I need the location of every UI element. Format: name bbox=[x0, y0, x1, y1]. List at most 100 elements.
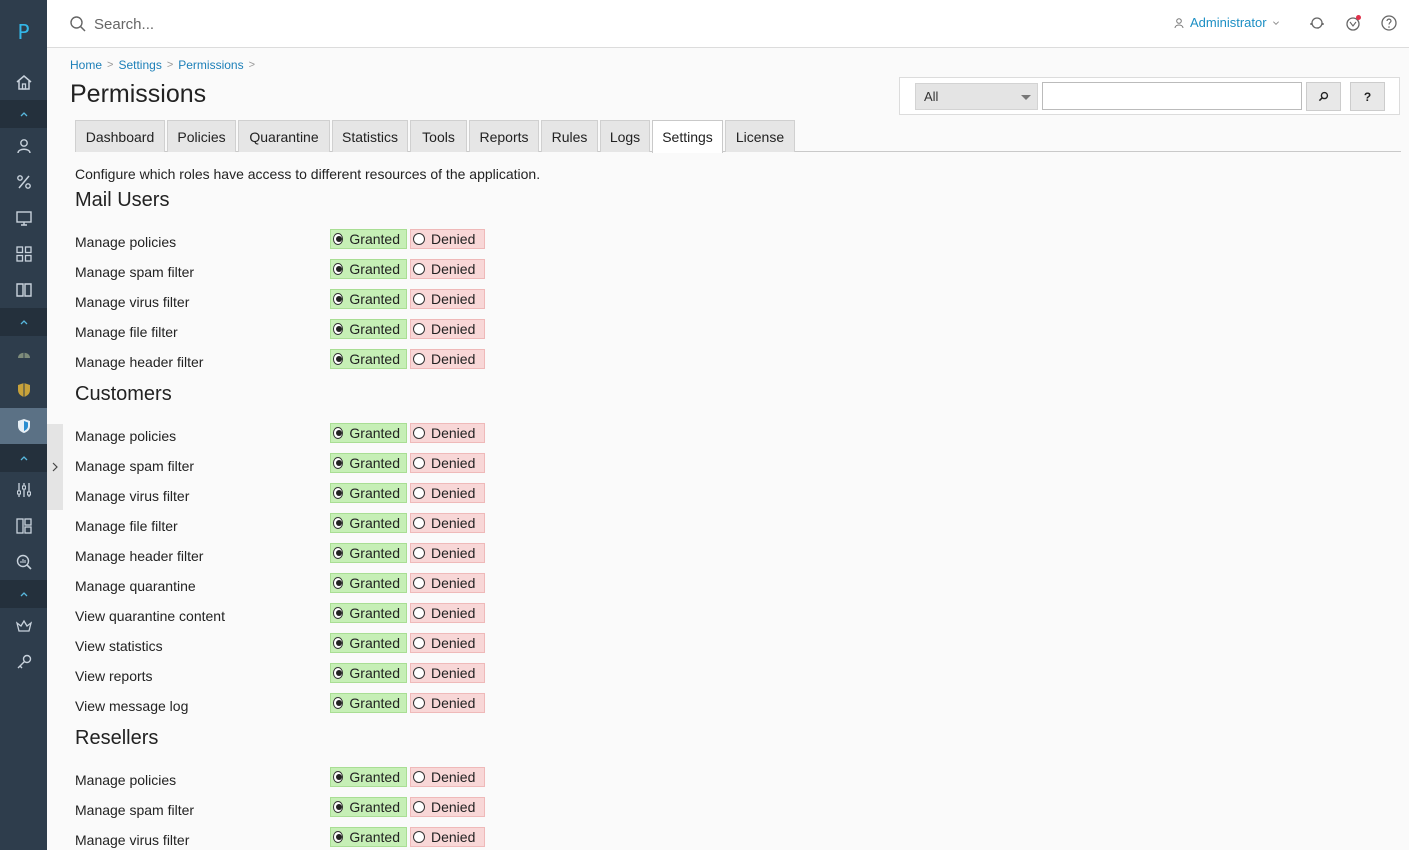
granted-option[interactable]: Granted bbox=[330, 229, 407, 249]
filter-search-input[interactable] bbox=[1042, 82, 1302, 110]
denied-option[interactable]: Denied bbox=[410, 663, 485, 683]
tab-tools[interactable]: Tools bbox=[410, 120, 467, 152]
app-logo[interactable]: P bbox=[0, 0, 47, 64]
collapse-group-icon[interactable] bbox=[0, 444, 47, 472]
granted-option[interactable]: Granted bbox=[330, 797, 407, 817]
shield-icon[interactable] bbox=[0, 408, 47, 444]
user-icon[interactable] bbox=[0, 128, 47, 164]
denied-radio[interactable] bbox=[413, 771, 425, 783]
granted-option[interactable]: Granted bbox=[330, 513, 407, 533]
granted-option[interactable]: Granted bbox=[330, 423, 407, 443]
granted-radio[interactable] bbox=[333, 547, 344, 559]
granted-radio[interactable] bbox=[333, 697, 344, 709]
denied-radio[interactable] bbox=[413, 667, 425, 679]
denied-option[interactable]: Denied bbox=[410, 543, 485, 563]
granted-option[interactable]: Granted bbox=[330, 663, 407, 683]
layout-icon[interactable] bbox=[0, 508, 47, 544]
collapse-group-icon[interactable] bbox=[0, 308, 47, 336]
granted-radio[interactable] bbox=[333, 517, 344, 529]
denied-option[interactable]: Denied bbox=[410, 693, 485, 713]
denied-option[interactable]: Denied bbox=[410, 349, 485, 369]
denied-radio[interactable] bbox=[413, 801, 425, 813]
tab-statistics[interactable]: Statistics bbox=[332, 120, 408, 152]
tab-license[interactable]: License bbox=[725, 120, 795, 152]
notifications-icon[interactable] bbox=[1344, 14, 1362, 32]
monitor-icon[interactable] bbox=[0, 200, 47, 236]
granted-option[interactable]: Granted bbox=[330, 767, 407, 787]
denied-option[interactable]: Denied bbox=[410, 229, 485, 249]
denied-option[interactable]: Denied bbox=[410, 573, 485, 593]
denied-option[interactable]: Denied bbox=[410, 513, 485, 533]
denied-radio[interactable] bbox=[413, 487, 425, 499]
denied-option[interactable]: Denied bbox=[410, 797, 485, 817]
grid-icon[interactable] bbox=[0, 236, 47, 272]
denied-radio[interactable] bbox=[413, 427, 425, 439]
tab-logs[interactable]: Logs bbox=[600, 120, 650, 152]
granted-radio[interactable] bbox=[333, 831, 344, 843]
denied-radio[interactable] bbox=[413, 637, 425, 649]
search-stats-icon[interactable] bbox=[0, 544, 47, 580]
breadcrumb-settings[interactable]: Settings bbox=[118, 58, 161, 72]
home-icon[interactable] bbox=[0, 64, 47, 100]
key-icon[interactable] bbox=[0, 644, 47, 680]
granted-option[interactable]: Granted bbox=[330, 289, 407, 309]
granted-option[interactable]: Granted bbox=[330, 633, 407, 653]
user-menu[interactable]: Administrator bbox=[1173, 15, 1280, 30]
granted-radio[interactable] bbox=[333, 293, 344, 305]
denied-option[interactable]: Denied bbox=[410, 319, 485, 339]
denied-radio[interactable] bbox=[413, 263, 425, 275]
global-search-input[interactable] bbox=[94, 12, 494, 36]
tab-dashboard[interactable]: Dashboard bbox=[75, 120, 165, 152]
help-icon[interactable] bbox=[1380, 14, 1398, 32]
granted-radio[interactable] bbox=[333, 487, 344, 499]
granted-radio[interactable] bbox=[333, 233, 344, 245]
granted-option[interactable]: Granted bbox=[330, 453, 407, 473]
denied-radio[interactable] bbox=[413, 457, 425, 469]
granted-radio[interactable] bbox=[333, 457, 344, 469]
denied-radio[interactable] bbox=[413, 293, 425, 305]
denied-option[interactable]: Denied bbox=[410, 423, 485, 443]
granted-radio[interactable] bbox=[333, 263, 344, 275]
granted-option[interactable]: Granted bbox=[330, 693, 407, 713]
granted-option[interactable]: Granted bbox=[330, 483, 407, 503]
denied-radio[interactable] bbox=[413, 831, 425, 843]
tab-reports[interactable]: Reports bbox=[469, 120, 539, 152]
granted-option[interactable]: Granted bbox=[330, 319, 407, 339]
tab-policies[interactable]: Policies bbox=[167, 120, 236, 152]
granted-radio[interactable] bbox=[333, 607, 344, 619]
granted-radio[interactable] bbox=[333, 323, 344, 335]
denied-option[interactable]: Denied bbox=[410, 453, 485, 473]
granted-radio[interactable] bbox=[333, 427, 344, 439]
tab-settings[interactable]: Settings bbox=[652, 120, 723, 153]
denied-option[interactable]: Denied bbox=[410, 483, 485, 503]
tab-quarantine[interactable]: Quarantine bbox=[238, 120, 330, 152]
support-icon[interactable] bbox=[1308, 14, 1326, 32]
denied-radio[interactable] bbox=[413, 697, 425, 709]
granted-radio[interactable] bbox=[333, 667, 344, 679]
denied-option[interactable]: Denied bbox=[410, 767, 485, 787]
denied-radio[interactable] bbox=[413, 517, 425, 529]
percent-icon[interactable] bbox=[0, 164, 47, 200]
granted-radio[interactable] bbox=[333, 637, 344, 649]
granted-option[interactable]: Granted bbox=[330, 827, 407, 847]
granted-option[interactable]: Granted bbox=[330, 603, 407, 623]
granted-radio[interactable] bbox=[333, 771, 344, 783]
sliders-icon[interactable] bbox=[0, 472, 47, 508]
denied-radio[interactable] bbox=[413, 353, 425, 365]
granted-option[interactable]: Granted bbox=[330, 349, 407, 369]
book-icon[interactable] bbox=[0, 272, 47, 308]
denied-radio[interactable] bbox=[413, 607, 425, 619]
denied-radio[interactable] bbox=[413, 577, 425, 589]
denied-radio[interactable] bbox=[413, 547, 425, 559]
breadcrumb-home[interactable]: Home bbox=[70, 58, 102, 72]
collapse-group-icon[interactable] bbox=[0, 100, 47, 128]
denied-option[interactable]: Denied bbox=[410, 289, 485, 309]
granted-option[interactable]: Granted bbox=[330, 543, 407, 563]
denied-option[interactable]: Denied bbox=[410, 827, 485, 847]
shield-gold-icon[interactable] bbox=[0, 372, 47, 408]
granted-radio[interactable] bbox=[333, 577, 344, 589]
granted-radio[interactable] bbox=[333, 353, 344, 365]
denied-option[interactable]: Denied bbox=[410, 259, 485, 279]
granted-radio[interactable] bbox=[333, 801, 344, 813]
denied-option[interactable]: Denied bbox=[410, 633, 485, 653]
